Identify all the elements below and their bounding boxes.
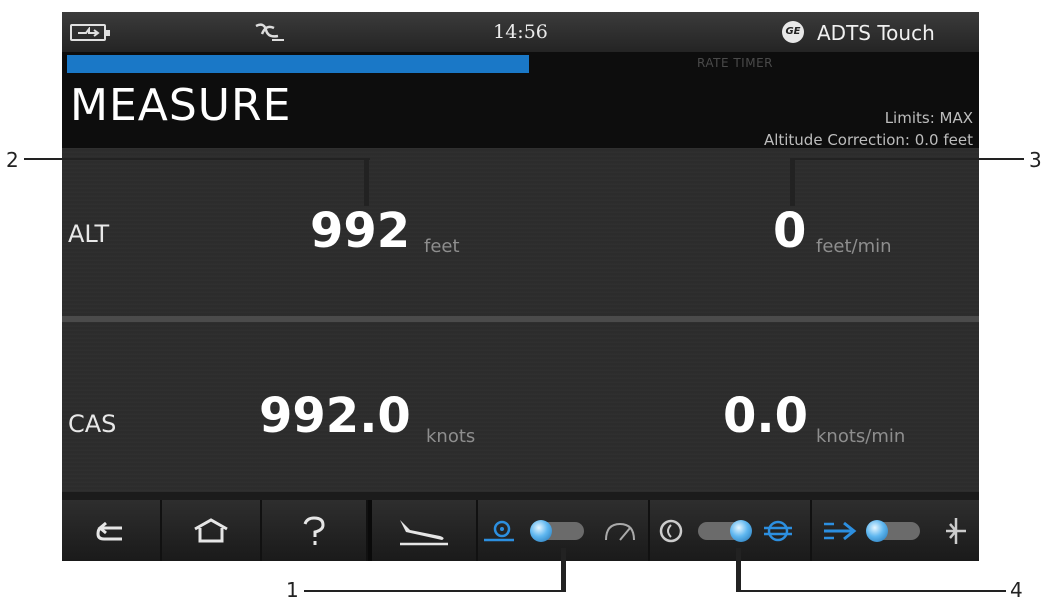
ge-logo: GE	[782, 21, 804, 43]
leader-line-1-rise	[561, 548, 566, 592]
leader-line-3-drop	[790, 158, 795, 206]
status-bar: 14:56 GE ADTS Touch	[62, 12, 979, 52]
aircraft-icon	[946, 518, 966, 544]
callout-2: 2	[6, 148, 19, 172]
static-icon	[764, 520, 792, 542]
alt-value: 992	[310, 203, 411, 259]
back-button[interactable]	[62, 500, 162, 561]
page-title: MEASURE	[70, 80, 292, 131]
bottom-toolbar	[62, 500, 979, 561]
product-name: ADTS Touch	[817, 21, 935, 45]
mode-toggle[interactable]	[812, 500, 979, 561]
pitot-static-toggle[interactable]	[650, 500, 812, 561]
callout-4: 4	[1010, 578, 1023, 602]
arrow-right-icon	[824, 521, 857, 541]
cas-value: 992.0	[259, 388, 411, 444]
alt-rate-unit: feet/min	[816, 236, 892, 257]
back-icon	[96, 521, 122, 540]
leader-line-1	[304, 590, 566, 592]
landing-button[interactable]	[368, 500, 478, 561]
cas-label: CAS	[68, 410, 117, 438]
toggle-knob	[866, 520, 888, 542]
gauge-icon	[605, 522, 635, 541]
home-button[interactable]	[162, 500, 262, 561]
leader-line-4	[736, 590, 1006, 592]
alt-unit: feet	[424, 236, 460, 257]
target-icon	[484, 520, 514, 542]
leader-line-2	[24, 158, 370, 160]
cas-panel[interactable]: CAS 992.0 knots 0.0 knots/min	[62, 322, 979, 492]
leader-line-3	[790, 158, 1024, 160]
dial-icon	[659, 519, 683, 543]
toggle-knob	[730, 520, 752, 542]
rate-timer-progress-bar	[67, 55, 529, 73]
alt-panel[interactable]: ALT 992 feet 0 feet/min	[62, 148, 979, 316]
home-icon	[194, 517, 228, 542]
help-icon	[303, 515, 325, 545]
page-header: RATE TIMER MEASURE Limits: MAX Altitude …	[62, 52, 979, 149]
limits-text: Limits: MAX	[884, 109, 973, 127]
device-screen: 14:56 GE ADTS Touch RATE TIMER MEASURE L…	[62, 12, 979, 561]
cas-rate-value: 0.0	[723, 388, 809, 444]
toggle-knob	[530, 520, 552, 542]
rate-timer-label: RATE TIMER	[697, 56, 773, 70]
callout-3: 3	[1029, 148, 1042, 172]
alt-label: ALT	[68, 220, 110, 248]
altitude-correction-text: Altitude Correction: 0.0 feet	[763, 131, 973, 149]
help-button[interactable]	[262, 500, 368, 561]
callout-1: 1	[286, 578, 299, 602]
leader-line-4-rise	[736, 548, 741, 592]
leader-line-2-drop	[364, 158, 369, 206]
alt-rate-value: 0	[773, 203, 807, 259]
cas-unit: knots	[426, 426, 476, 447]
cas-rate-unit: knots/min	[816, 426, 906, 447]
aircraft-landing-icon	[400, 519, 448, 545]
